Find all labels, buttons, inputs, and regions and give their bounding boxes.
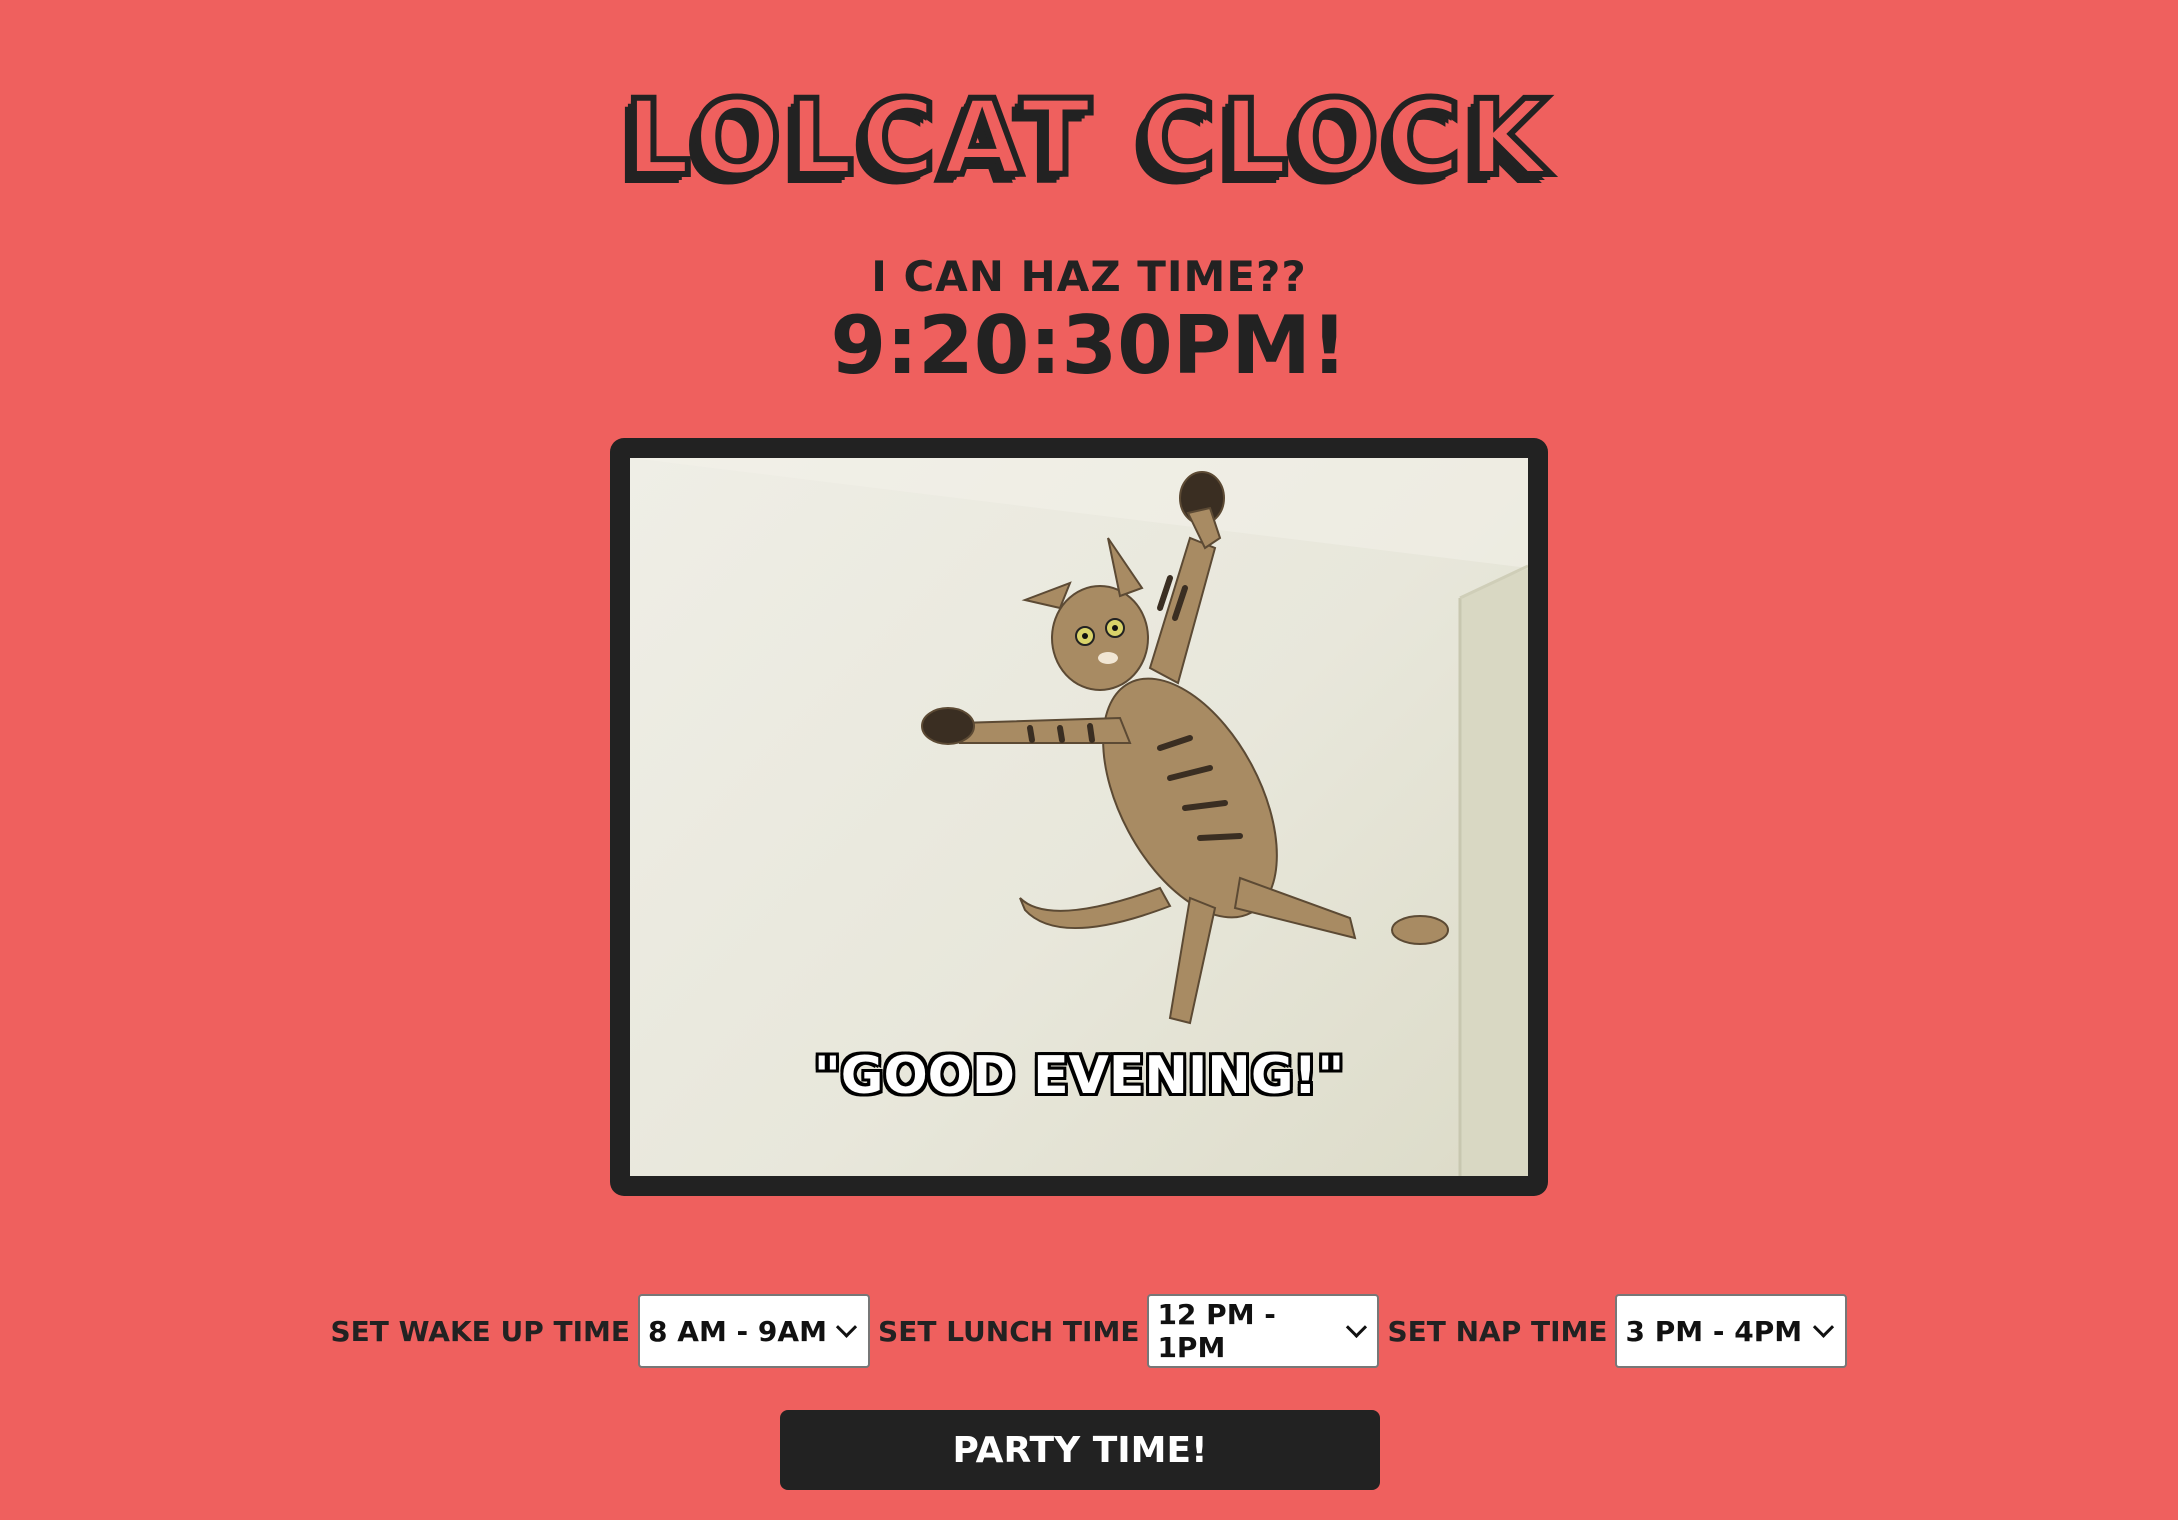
wake-time-value: 8 AM - 9AM bbox=[648, 1314, 827, 1348]
chevron-down-icon bbox=[1813, 1316, 1835, 1338]
party-time-button[interactable]: Party Time! bbox=[780, 1410, 1380, 1490]
clock-time: 9:20:30PM! bbox=[830, 299, 1348, 392]
schedule-controls: Set Wake Up Time 8 AM - 9AM Set Lunch Ti… bbox=[0, 1294, 2178, 1368]
lunch-time-value: 12 PM - 1PM bbox=[1157, 1298, 1276, 1364]
nap-time-value: 3 PM - 4PM bbox=[1625, 1314, 1803, 1348]
lunch-time-select[interactable]: 12 PM - 1PM bbox=[1147, 1294, 1380, 1368]
page: Lolcat Clock I can haz time?? 9:20:30PM! bbox=[0, 0, 2178, 1520]
wake-time-label: Set Wake Up Time bbox=[330, 1314, 631, 1348]
lolcat-image: "GOOD EVENING!" bbox=[630, 458, 1528, 1176]
wake-time-select[interactable]: 8 AM - 9AM bbox=[638, 1294, 871, 1368]
lolcat-frame: "GOOD EVENING!" bbox=[610, 438, 1548, 1196]
chevron-down-icon bbox=[1345, 1316, 1367, 1338]
page-title: Lolcat Clock bbox=[621, 77, 1554, 199]
lolcat-caption: "GOOD EVENING!" bbox=[813, 1046, 1345, 1106]
clock-subtitle: I can haz time?? bbox=[871, 252, 1307, 301]
nap-time-select[interactable]: 3 PM - 4PM bbox=[1615, 1294, 1848, 1368]
nap-time-label: Set Nap Time bbox=[1387, 1314, 1608, 1348]
chevron-down-icon bbox=[835, 1316, 858, 1338]
lunch-time-label: Set Lunch Time bbox=[878, 1314, 1140, 1348]
